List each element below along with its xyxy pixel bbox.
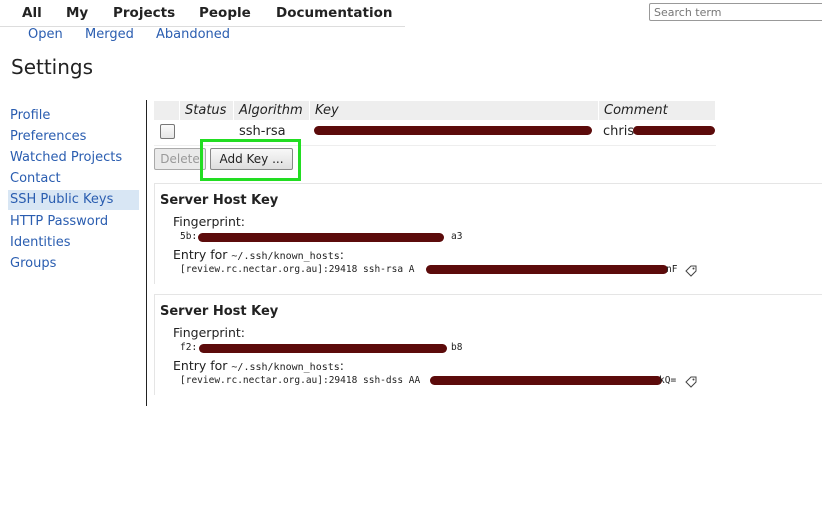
nav-documentation[interactable]: Documentation — [276, 5, 392, 21]
entry-colon: : — [339, 358, 344, 373]
copy-tag-icon[interactable] — [685, 265, 697, 277]
redacted-fingerprint — [199, 344, 447, 353]
known-hosts-entry: [review.rc.nectar.org.au]:29418 ssh-dss … — [180, 375, 421, 386]
sidebar-item-preferences[interactable]: Preferences — [8, 127, 139, 147]
nav-people[interactable]: People — [199, 5, 251, 21]
fingerprint-start: f2: — [180, 342, 198, 353]
fingerprint-start: 5b: — [180, 231, 198, 242]
entry-colon: : — [339, 247, 344, 262]
table-header-status: Status — [180, 101, 234, 120]
subnav-open[interactable]: Open — [28, 27, 63, 42]
redacted-key — [314, 126, 592, 135]
sidebar-item-ssh-public-keys[interactable]: SSH Public Keys — [8, 190, 139, 210]
fingerprint-end: b8 — [451, 342, 463, 353]
fingerprint-label: Fingerprint: — [173, 325, 246, 340]
host-key-title: Server Host Key — [160, 304, 279, 319]
sidebar-item-identities[interactable]: Identities — [8, 233, 139, 253]
fingerprint-end: a3 — [451, 231, 463, 242]
entry-for-text: Entry for — [173, 247, 228, 262]
redacted-entry — [426, 265, 668, 274]
page-title: Settings — [11, 55, 94, 79]
subnav-abandoned[interactable]: Abandoned — [156, 27, 230, 42]
table-header-select — [154, 101, 180, 120]
host-key-title: Server Host Key — [160, 193, 279, 208]
entry-label: Entry for ~/.ssh/known_hosts: — [173, 247, 344, 262]
subnav-merged[interactable]: Merged — [85, 27, 134, 42]
nav-my[interactable]: My — [66, 5, 88, 21]
entry-for-text: Entry for — [173, 358, 228, 373]
redacted-comment — [633, 126, 715, 135]
redacted-entry — [430, 376, 662, 385]
top-nav: All My Projects People Documentation — [0, 0, 405, 27]
table-header-comment: Comment — [599, 101, 716, 120]
sidebar-item-watched-projects[interactable]: Watched Projects — [8, 148, 139, 168]
table-header-key: Key — [310, 101, 599, 120]
sidebar-item-http-password[interactable]: HTTP Password — [8, 212, 139, 232]
known-hosts-entry: [review.rc.nectar.org.au]:29418 ssh-rsa … — [180, 264, 415, 275]
sidebar-item-contact-information[interactable]: Contact Information — [8, 169, 139, 206]
delete-button[interactable]: Delete — [154, 148, 206, 170]
redacted-fingerprint — [198, 233, 444, 242]
highlight-box — [200, 139, 301, 181]
table-header-algorithm: Algorithm — [234, 101, 310, 120]
known-hosts-path: ~/.ssh/known_hosts — [231, 251, 340, 262]
fingerprint-label: Fingerprint: — [173, 214, 246, 229]
search-input[interactable] — [649, 3, 822, 21]
copy-tag-icon[interactable] — [685, 376, 697, 388]
known-hosts-entry-end: kQ= — [659, 375, 677, 386]
known-hosts-entry-end: nF — [666, 264, 678, 275]
nav-all[interactable]: All — [22, 5, 42, 21]
nav-projects[interactable]: Projects — [113, 5, 175, 21]
key-comment: chris — [603, 124, 635, 139]
sidebar-item-profile[interactable]: Profile — [8, 106, 139, 126]
known-hosts-path: ~/.ssh/known_hosts — [231, 362, 340, 373]
sidebar-item-groups[interactable]: Groups — [8, 254, 139, 274]
key-select-checkbox[interactable] — [160, 124, 175, 139]
entry-label: Entry for ~/.ssh/known_hosts: — [173, 358, 344, 373]
